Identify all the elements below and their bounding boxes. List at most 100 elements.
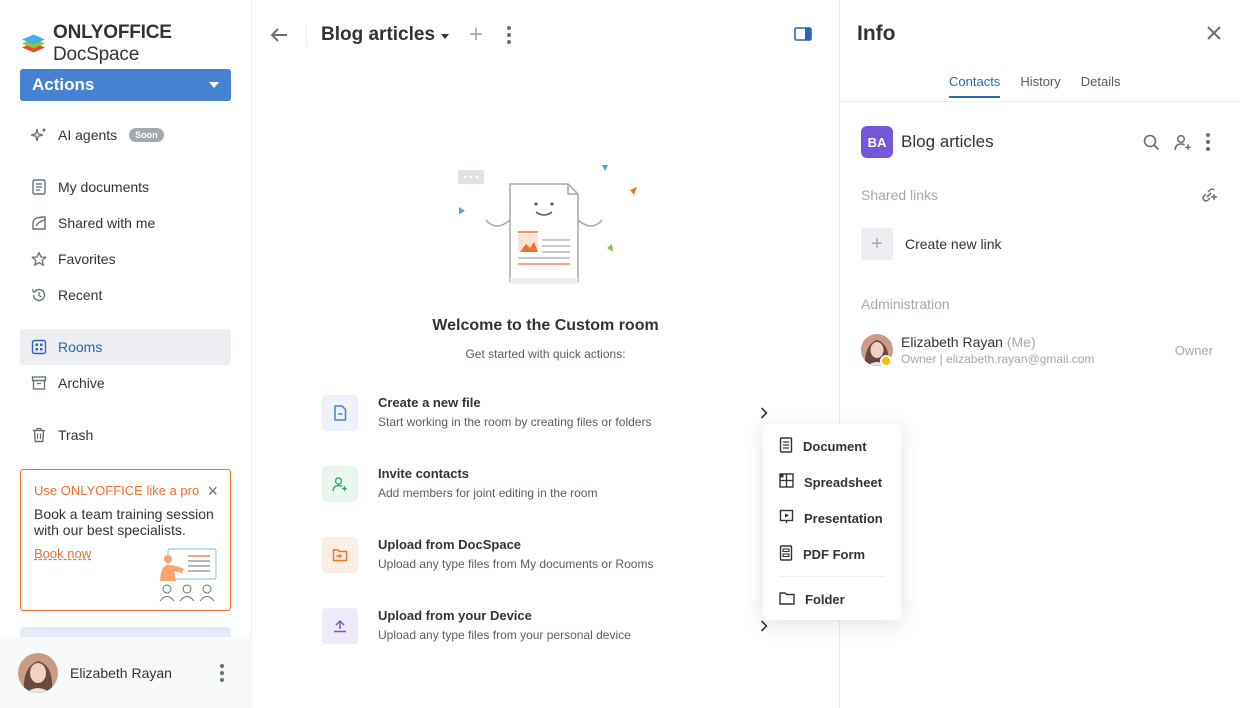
upload-device-icon — [322, 608, 358, 644]
quick-action-title: Upload from DocSpace — [378, 537, 522, 552]
sidebar-item-label: Rooms — [58, 339, 103, 355]
me-label: (Me) — [1006, 334, 1036, 350]
room-tools — [1143, 133, 1210, 151]
menu-item-folder[interactable]: Folder — [763, 581, 901, 617]
chevron-right-icon[interactable] — [760, 619, 768, 637]
quick-action-desc: Upload any type files from My documents … — [378, 557, 654, 571]
menu-item-label: Spreadsheet — [804, 474, 883, 490]
quick-action-upload-device[interactable]: Upload from your Device Upload any type … — [322, 608, 772, 658]
sidebar-item-label: Archive — [58, 375, 105, 391]
app-logo[interactable]: ONLYOFFICE DocSpace — [20, 22, 251, 66]
sidebar-item-recent[interactable]: Recent — [20, 277, 231, 313]
actions-button[interactable]: Actions — [20, 69, 231, 101]
quick-action-create-file[interactable]: Create a new file Start working in the r… — [322, 395, 772, 445]
sidebar: ONLYOFFICE DocSpace Actions AI agents So… — [0, 0, 252, 708]
new-file-icon — [322, 395, 358, 431]
trash-icon — [30, 426, 48, 444]
sidebar-item-archive[interactable]: Archive — [20, 365, 231, 401]
info-title: Info — [857, 22, 896, 45]
sidebar-item-label: Recent — [58, 287, 103, 303]
shared-icon — [30, 214, 48, 232]
tab-contacts[interactable]: Contacts — [949, 74, 1001, 98]
tab-history[interactable]: History — [1020, 74, 1060, 98]
close-icon[interactable] — [1207, 26, 1221, 45]
room-info-menu-icon[interactable] — [1206, 133, 1210, 151]
menu-item-presentation[interactable]: Presentation — [763, 500, 901, 536]
profile-menu-icon[interactable] — [220, 663, 224, 682]
pdf-form-icon — [779, 544, 793, 564]
soon-badge: Soon — [129, 128, 164, 142]
sidebar-item-favorites[interactable]: Favorites — [20, 241, 231, 277]
sparkle-icon — [30, 126, 48, 144]
caret-down-icon — [209, 82, 219, 88]
room-menu-icon[interactable] — [507, 26, 512, 44]
promo-body: Book a team training session with our be… — [34, 506, 214, 538]
sidebar-item-shared-with-me[interactable]: Shared with me — [20, 205, 231, 241]
info-panel-toggle-icon[interactable] — [794, 27, 812, 47]
welcome-title: Welcome to the Custom room — [432, 317, 659, 334]
actions-label: Actions — [32, 75, 95, 94]
quick-action-title: Upload from your Device — [378, 608, 532, 623]
quick-action-desc: Upload any type files from your personal… — [378, 628, 631, 642]
clock-history-icon — [30, 286, 48, 304]
tab-details[interactable]: Details — [1081, 74, 1121, 98]
menu-item-label: Folder — [805, 591, 845, 607]
administration-label: Administration — [861, 296, 950, 312]
menu-separator — [779, 576, 885, 577]
add-plus-icon[interactable]: + — [469, 23, 483, 47]
quick-action-upload-docspace[interactable]: Upload from DocSpace Upload any type fil… — [322, 537, 772, 587]
sidebar-item-label: My documents — [58, 179, 150, 195]
sidebar-item-label: AI agents — [58, 127, 118, 143]
quick-action-desc: Add members for joint editing in the roo… — [378, 486, 598, 500]
document-icon — [30, 178, 48, 196]
owner-badge-icon — [880, 355, 892, 367]
training-illustration-icon — [154, 545, 224, 608]
room-logo-badge: BA — [861, 126, 893, 158]
member-name: Elizabeth Rayan — [901, 334, 1003, 350]
star-icon — [30, 250, 48, 268]
member-name-line: Elizabeth Rayan (Me) — [901, 334, 1175, 350]
create-file-menu: Document Spreadsheet Presentation PDF Fo… — [763, 424, 901, 620]
add-link-icon[interactable] — [1200, 186, 1218, 209]
shared-links-label: Shared links — [861, 187, 939, 203]
plus-icon: + — [861, 228, 893, 260]
book-now-link[interactable]: Book now — [34, 546, 91, 561]
menu-item-pdf-form[interactable]: PDF Form — [763, 536, 901, 572]
sidebar-item-label: Trash — [58, 427, 94, 443]
sidebar-item-trash[interactable]: Trash — [20, 417, 231, 453]
sidebar-item-label: Shared with me — [58, 215, 156, 231]
member-meta: Owner | elizabeth.rayan@gmail.com — [901, 352, 1095, 366]
menu-item-spreadsheet[interactable]: Spreadsheet — [763, 464, 901, 500]
document-icon — [779, 436, 793, 456]
info-tabs: Contacts History Details — [949, 74, 1121, 98]
member-row[interactable]: Elizabeth Rayan (Me) Owner | elizabeth.r… — [861, 334, 1221, 367]
sidebar-item-rooms[interactable]: Rooms — [20, 329, 231, 365]
divider — [306, 24, 307, 46]
room-title-text: Blog articles — [321, 24, 436, 45]
search-icon[interactable] — [1143, 134, 1160, 151]
menu-item-document[interactable]: Document — [763, 428, 901, 464]
menu-item-label: Document — [803, 438, 867, 454]
quick-action-invite-contacts[interactable]: Invite contacts Add members for joint ed… — [322, 466, 772, 516]
presentation-icon — [779, 509, 794, 527]
profile-block[interactable]: Elizabeth Rayan — [0, 637, 252, 708]
brand-name: ONLYOFFICE DocSpace — [53, 22, 172, 65]
caret-down-icon — [441, 33, 450, 39]
tabs-divider — [840, 101, 1240, 102]
empty-room-illustration-icon — [452, 160, 642, 295]
notification-strip — [20, 627, 231, 637]
sidebar-item-ai-agents[interactable]: AI agents Soon — [20, 117, 231, 153]
quick-action-desc: Start working in the room by creating fi… — [378, 415, 652, 429]
promo-close-icon[interactable]: × — [207, 482, 218, 500]
upload-docspace-icon — [322, 537, 358, 573]
back-arrow-icon[interactable] — [270, 25, 290, 45]
create-new-link-button[interactable]: + Create new link — [861, 228, 1002, 260]
member-role: Owner — [1174, 342, 1213, 358]
chevron-right-icon[interactable] — [760, 406, 768, 424]
room-header: Blog articles + — [270, 20, 512, 50]
sidebar-item-my-documents[interactable]: My documents — [20, 169, 231, 205]
room-title[interactable]: Blog articles — [321, 24, 450, 46]
folder-icon — [779, 591, 795, 608]
add-user-icon[interactable] — [1174, 134, 1192, 151]
avatar[interactable] — [18, 652, 58, 693]
